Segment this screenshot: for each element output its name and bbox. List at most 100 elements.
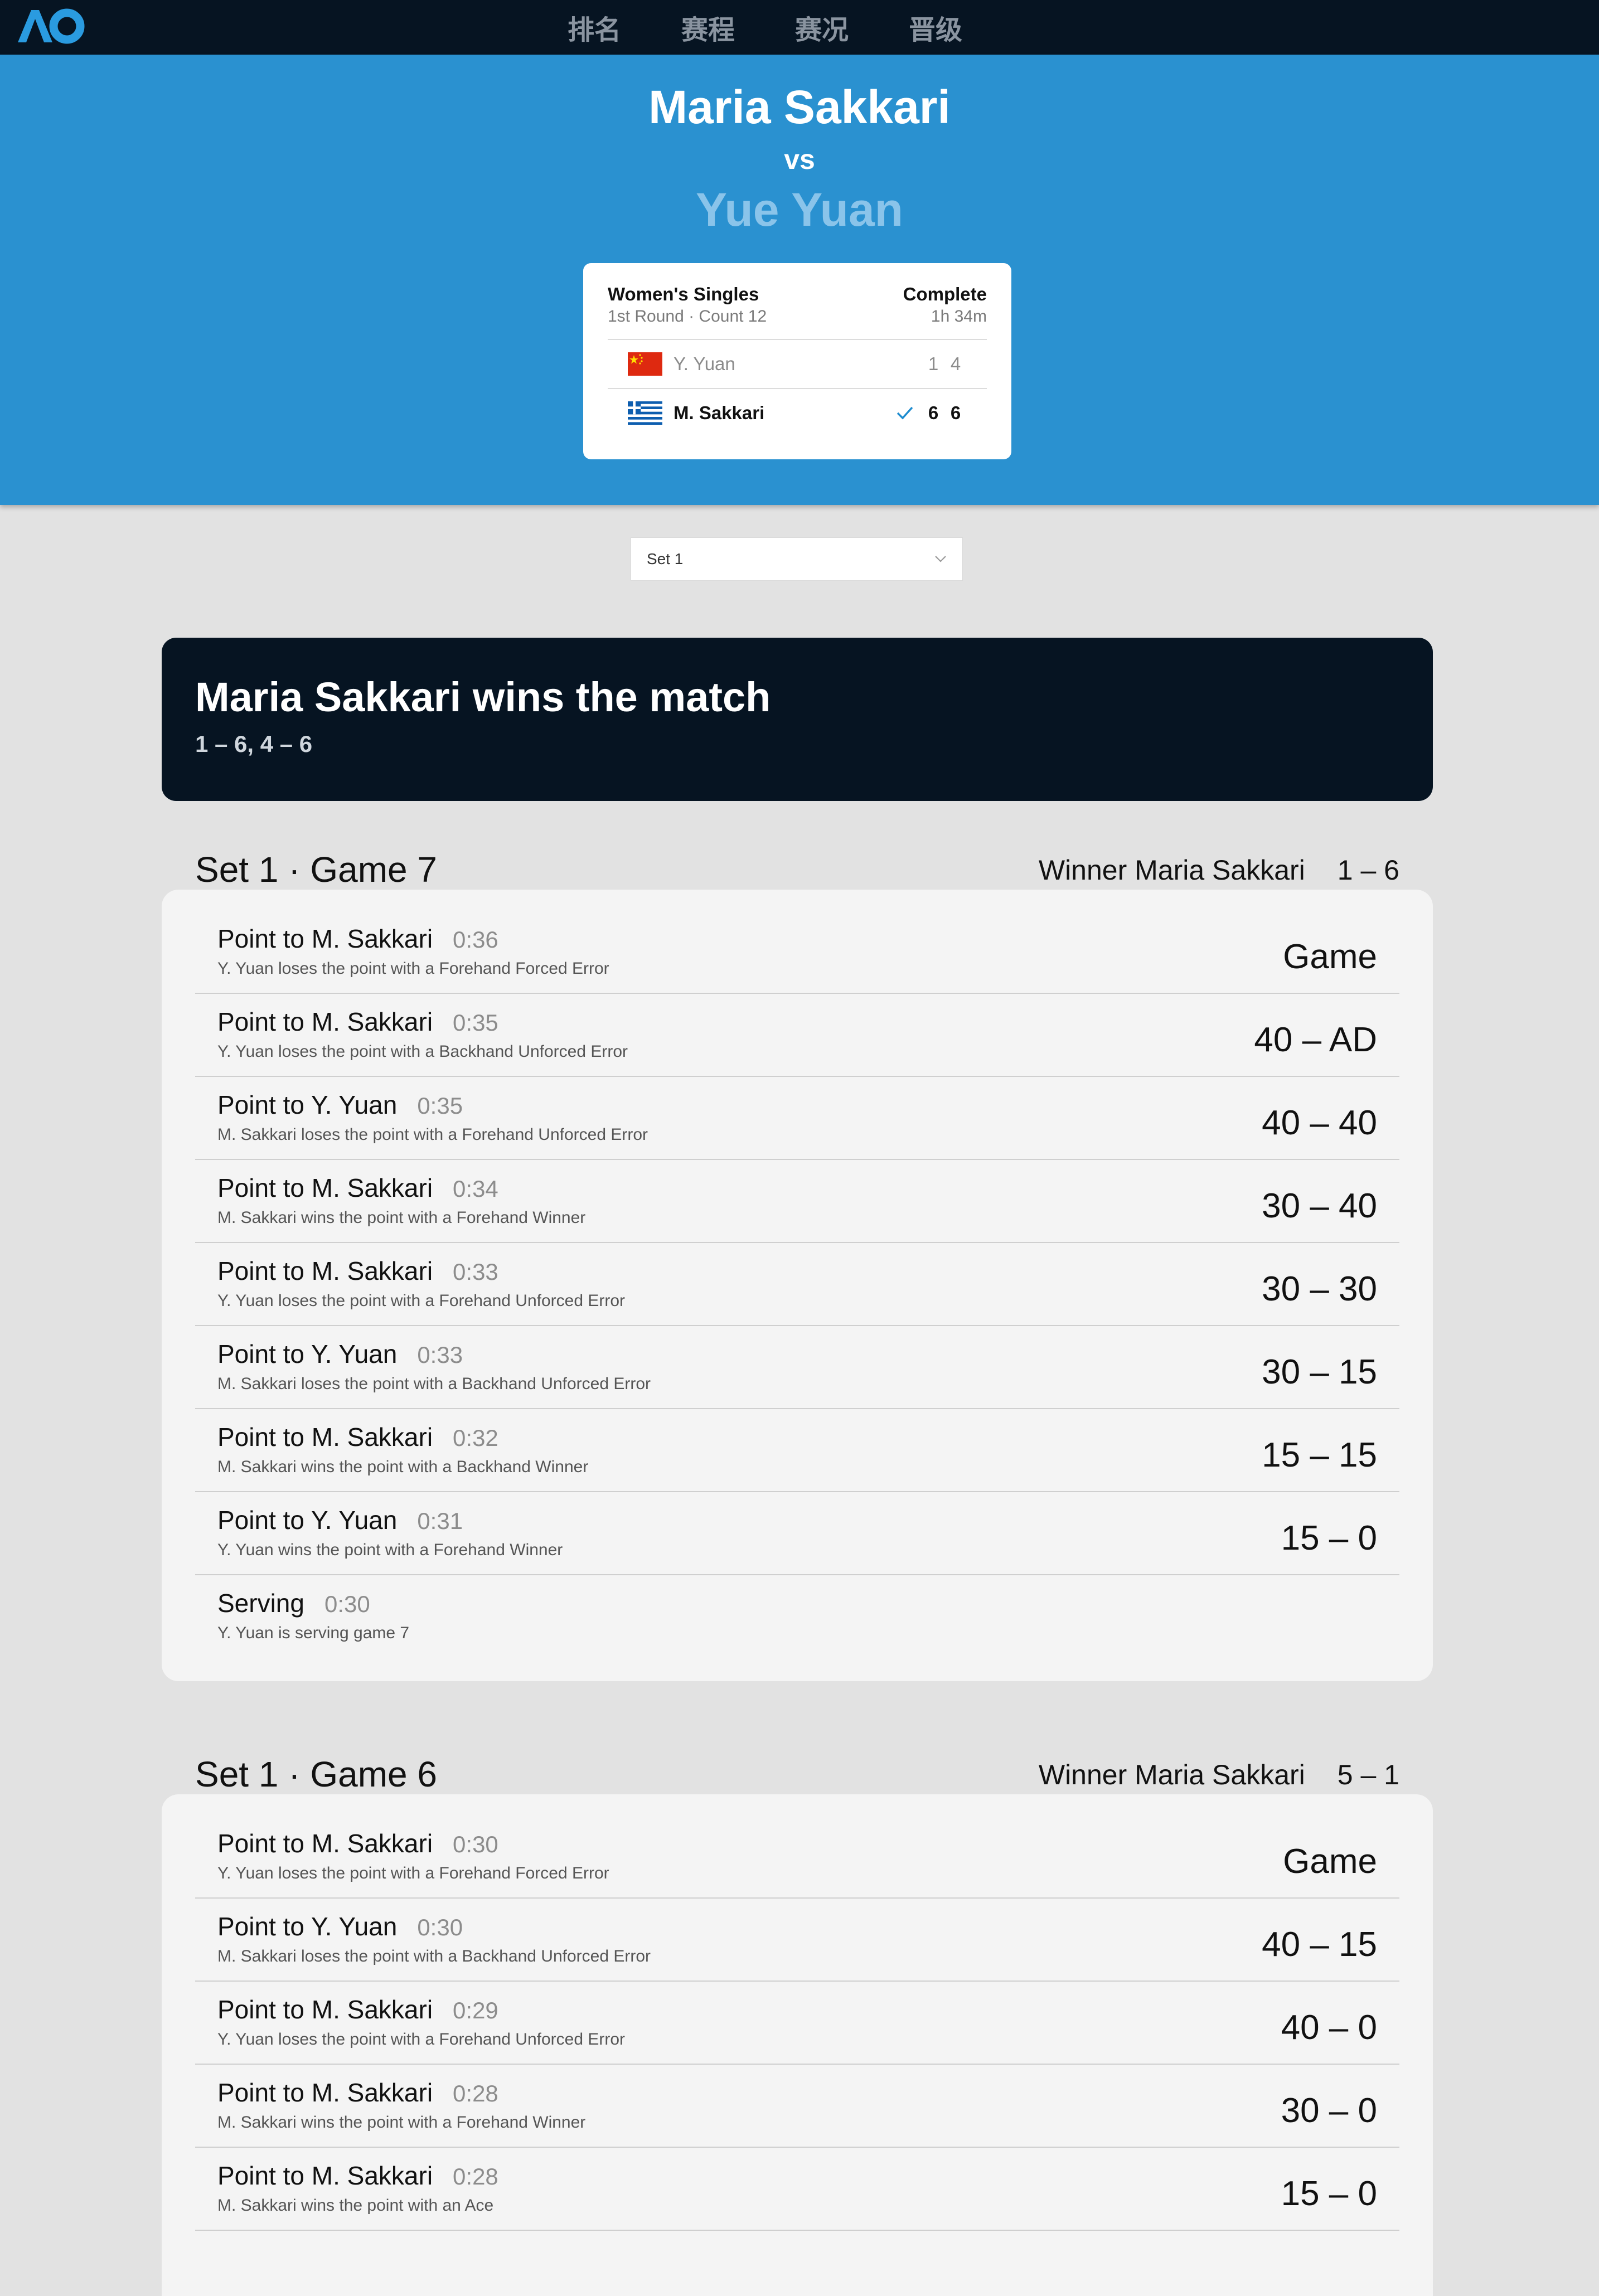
set-select-value: Set 1 [647, 550, 684, 567]
top-nav-bar: 排名 赛程 赛况 晋级 [0, 0, 1599, 55]
match-score-card[interactable]: Women's Singles 1st Round · Count 12 Com… [583, 263, 1011, 459]
nav-menu: 排名 赛程 赛况 晋级 [0, 0, 1599, 55]
greece-flag-icon [628, 401, 662, 425]
point-row: Point to M. Sakkari 0:30 Y. Yuan loses th… [195, 1816, 1399, 1899]
point-time: 0:29 [453, 1997, 498, 2023]
point-time: 0:30 [324, 1591, 370, 1617]
point-description: Y. Yuan loses the point with a Forehand … [217, 1864, 609, 1882]
point-title: Point to M. Sakkari [217, 1256, 433, 1285]
point-title: Point to M. Sakkari [217, 1173, 433, 1202]
point-score: 40 – 0 [1281, 2008, 1377, 2047]
versus-label: vs [784, 144, 815, 175]
point-title: Point to M. Sakkari [217, 1423, 433, 1452]
game-winner: Winner Maria Sakkari 1 – 6 [1039, 853, 1399, 887]
point-row: Point to M. Sakkari 0:28 M. Sakkari wins … [195, 2065, 1399, 2148]
nav-item-results[interactable]: 赛况 [795, 8, 849, 47]
point-title: Point to M. Sakkari [217, 2078, 433, 2107]
point-time: 0:35 [417, 1093, 463, 1119]
nav-item-draws[interactable]: 晋级 [909, 8, 962, 47]
score-row-sakkari: M. Sakkari 66 [608, 389, 987, 437]
point-score: 30 – 40 [1262, 1187, 1377, 1225]
point-time: 0:34 [453, 1176, 498, 1202]
set-1-score: 6 [928, 402, 939, 423]
point-list: Point to M. Sakkari 0:30 Y. Yuan loses th… [162, 1794, 1433, 2296]
point-row: Point to M. Sakkari 0:35 Y. Yuan loses th… [195, 994, 1399, 1077]
point-time: 0:30 [417, 1914, 463, 1940]
nav-item-rankings[interactable]: 排名 [568, 8, 621, 47]
player-two-name: Yue Yuan [696, 183, 903, 236]
match-duration: 1h 34m [931, 307, 987, 326]
point-row: Point to M. Sakkari 0:29 Y. Yuan loses th… [195, 1982, 1399, 2065]
point-description: M. Sakkari wins the point with a Forehan… [217, 2113, 586, 2132]
match-result-title: Maria Sakkari wins the match [195, 674, 771, 720]
point-row: Point to M. Sakkari 0:33 Y. Yuan loses th… [195, 1243, 1399, 1326]
score-row-yuan: Y. Yuan 14 [608, 340, 987, 389]
point-row: Point to M. Sakkari 0:32 M. Sakkari wins … [195, 1409, 1399, 1492]
point-time: 0:31 [417, 1508, 463, 1534]
set-2-score: 6 [950, 402, 961, 423]
game-winner-name: Winner Maria Sakkari [1038, 855, 1305, 886]
chevron-down-icon [935, 556, 946, 562]
point-score: Game [1283, 938, 1377, 976]
set-scores: 66 [922, 402, 967, 424]
point-description: Y. Yuan loses the point with a Forehand … [217, 1292, 626, 1310]
nav-item-schedule[interactable]: 赛程 [681, 8, 735, 47]
point-title: Point to Y. Yuan [217, 1506, 398, 1535]
point-time: 0:30 [453, 1831, 498, 1857]
point-list: Point to M. Sakkari 0:36 Y. Yuan loses th… [162, 890, 1433, 1681]
point-description: Y. Yuan loses the point with a Forehand … [217, 959, 609, 978]
set-scores: 14 [922, 353, 967, 375]
match-result-banner: Maria Sakkari wins the match 1 – 6, 4 – … [162, 638, 1433, 801]
player-one-name: Maria Sakkari [648, 81, 951, 133]
point-time: 0:33 [417, 1342, 463, 1368]
serving-row: Serving 0:30 Y. Yuan is serving game 7 [195, 1575, 1399, 1658]
point-title: Point to Y. Yuan [217, 1912, 398, 1941]
point-row: Point to M. Sakkari 0:34 M. Sakkari wins … [195, 1160, 1399, 1243]
point-time: 0:36 [453, 926, 498, 953]
point-time: 0:35 [453, 1009, 498, 1036]
point-time: 0:28 [453, 2080, 498, 2106]
point-row: Point to Y. Yuan 0:31 Y. Yuan wins the po… [195, 1492, 1399, 1575]
player-short-name: Y. Yuan [673, 353, 735, 374]
point-title: Serving [217, 1589, 304, 1618]
point-description: M. Sakkari wins the point with a Forehan… [217, 1208, 586, 1227]
set-select-dropdown[interactable]: Set 1 [631, 537, 963, 581]
game-set-score: 5 – 1 [1337, 1759, 1399, 1790]
player-short-name: M. Sakkari [673, 402, 765, 423]
point-time: 0:28 [453, 2163, 498, 2190]
game-header: Set 1 · Game 6 Winner Maria Sakkari 5 – 1 [162, 1711, 1433, 1794]
point-title: Point to Y. Yuan [217, 1090, 398, 1119]
point-description: M. Sakkari loses the point with a Backha… [217, 1375, 651, 1393]
winner-check-icon [897, 406, 913, 420]
point-score: 40 – 15 [1262, 1925, 1377, 1964]
point-description: Y. Yuan loses the point with a Forehand … [217, 2030, 626, 2049]
point-score: 15 – 0 [1281, 2174, 1377, 2213]
point-title: Point to M. Sakkari [217, 1995, 433, 2024]
game-winner: Winner Maria Sakkari 5 – 1 [1039, 1758, 1399, 1792]
point-description: M. Sakkari loses the point with a Foreha… [217, 1125, 648, 1144]
point-title: Point to M. Sakkari [217, 924, 433, 953]
point-description: Y. Yuan loses the point with a Backhand … [217, 1042, 628, 1061]
point-title: Point to M. Sakkari [217, 1007, 433, 1036]
point-score: 40 – AD [1254, 1021, 1377, 1059]
point-row: Point to Y. Yuan 0:33 M. Sakkari loses th… [195, 1326, 1399, 1409]
game-set-score: 1 – 6 [1337, 855, 1399, 886]
round-info: 1st Round · Count 12 [608, 307, 767, 326]
point-score: 30 – 15 [1262, 1353, 1377, 1391]
point-description: M. Sakkari loses the point with a Backha… [217, 1947, 651, 1965]
match-status: Complete [903, 284, 987, 304]
point-description: Y. Yuan wins the point with a Forehand W… [217, 1541, 563, 1559]
game-section: Set 1 · Game 6 Winner Maria Sakkari 5 – 1… [162, 1711, 1433, 2296]
point-time: 0:32 [453, 1425, 498, 1451]
point-description: M. Sakkari wins the point with a Backhan… [217, 1458, 589, 1476]
point-score: 15 – 0 [1281, 1519, 1377, 1557]
point-time: 0:33 [453, 1259, 498, 1285]
point-title: Point to M. Sakkari [217, 2161, 433, 2190]
china-flag-icon [628, 352, 662, 376]
point-title: Point to Y. Yuan [217, 1339, 398, 1368]
match-result-score: 1 – 6, 4 – 6 [195, 731, 313, 757]
point-row: Point to Y. Yuan 0:35 M. Sakkari loses th… [195, 1077, 1399, 1160]
point-row: Point to M. Sakkari 0:28 M. Sakkari wins … [195, 2148, 1399, 2231]
point-score: 30 – 0 [1281, 2091, 1377, 2130]
set-1-score: 1 [928, 353, 939, 374]
